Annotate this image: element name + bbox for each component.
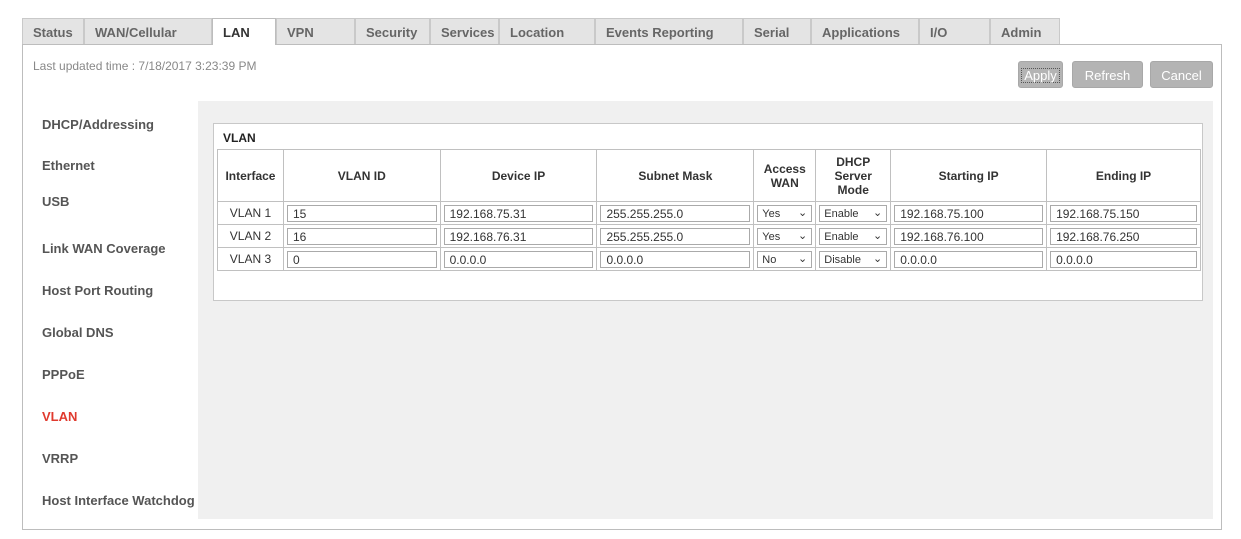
- column-header: Subnet Mask: [596, 149, 755, 202]
- vlan-section: VLAN Interface VLAN ID Device IP Subnet …: [213, 123, 1203, 301]
- device-ip-input[interactable]: 0.0.0.0: [443, 250, 594, 268]
- main-tab-bar: Status WAN/Cellular LAN VPN Security Ser…: [22, 18, 1222, 45]
- sidebar: DHCP/Addressing Ethernet USB Link WAN Co…: [33, 103, 198, 521]
- chevron-down-icon: ⌄: [872, 229, 883, 242]
- column-header: Device IP: [439, 149, 598, 202]
- chevron-down-icon: ⌄: [798, 252, 808, 265]
- chevron-down-icon: ⌄: [872, 206, 883, 219]
- tab-vpn[interactable]: VPN: [276, 18, 355, 44]
- starting-ip-input[interactable]: 192.168.75.100: [894, 204, 1044, 222]
- chevron-down-icon: ⌄: [872, 252, 883, 265]
- sidebar-item-global-dns[interactable]: Global DNS: [33, 311, 198, 351]
- vlan-id-input[interactable]: 16: [286, 227, 437, 245]
- tab-label: Status: [33, 25, 73, 40]
- column-header: Ending IP: [1046, 149, 1201, 202]
- tab-security[interactable]: Security: [355, 18, 430, 44]
- dhcp-mode-select[interactable]: Disable ⌄: [819, 250, 888, 268]
- table-header-row: Interface VLAN ID Device IP Subnet Mask …: [217, 149, 1201, 202]
- refresh-button[interactable]: Refresh: [1072, 61, 1143, 88]
- device-ip-input[interactable]: 192.168.75.31: [443, 204, 594, 222]
- apply-label: Apply: [1021, 68, 1060, 83]
- access-wan-select[interactable]: No ⌄: [757, 250, 813, 268]
- tab-label: I/O: [930, 25, 948, 40]
- vlan-section-title: VLAN: [223, 131, 256, 145]
- interface-cell: VLAN 1: [217, 201, 284, 225]
- tab-label: WAN/Cellular: [95, 25, 177, 40]
- starting-ip-input[interactable]: 0.0.0.0: [894, 250, 1044, 268]
- apply-button[interactable]: Apply: [1018, 61, 1063, 88]
- select-value: Yes: [762, 207, 781, 220]
- select-value: Enable: [824, 230, 859, 243]
- tab-label: Security: [366, 25, 418, 40]
- sidebar-item-host-port-routing[interactable]: Host Port Routing: [33, 269, 198, 309]
- tab-label: LAN: [223, 25, 250, 40]
- select-value: Enable: [824, 207, 859, 220]
- device-ip-input[interactable]: 192.168.76.31: [443, 227, 594, 245]
- sidebar-item-link-wan-coverage[interactable]: Link WAN Coverage: [33, 227, 198, 267]
- tab-serial[interactable]: Serial: [743, 18, 811, 44]
- table-row: VLAN 1 15 192.168.75.31 255.255.255.0 Ye…: [217, 201, 1201, 225]
- tab-services[interactable]: Services: [430, 18, 499, 44]
- interface-cell: VLAN 2: [217, 224, 284, 248]
- sidebar-item-pppoe[interactable]: PPPoE: [33, 353, 198, 393]
- chevron-down-icon: ⌄: [798, 229, 808, 242]
- tab-applications[interactable]: Applications: [811, 18, 919, 44]
- table-row: VLAN 2 16 192.168.76.31 255.255.255.0 Ye…: [217, 224, 1201, 248]
- tab-label: Serial: [754, 25, 790, 40]
- tab-label: VPN: [287, 25, 314, 40]
- tab-label: Location: [510, 25, 565, 40]
- cancel-button[interactable]: Cancel: [1150, 61, 1213, 88]
- vlan-table: Interface VLAN ID Device IP Subnet Mask …: [217, 149, 1201, 271]
- column-header: Access WAN: [753, 149, 817, 202]
- tab-admin[interactable]: Admin: [990, 18, 1060, 44]
- tab-io[interactable]: I/O: [919, 18, 990, 44]
- column-header: VLAN ID: [282, 149, 441, 202]
- tab-label: Applications: [822, 25, 901, 40]
- select-value: Disable: [824, 253, 861, 266]
- dhcp-mode-select[interactable]: Enable ⌄: [819, 227, 888, 245]
- sidebar-item-usb[interactable]: USB: [33, 180, 198, 220]
- table-row: VLAN 3 0 0.0.0.0 0.0.0.0 No ⌄ Disable ⌄ 0.…: [217, 247, 1201, 271]
- ending-ip-input[interactable]: 192.168.75.150: [1050, 204, 1197, 222]
- chevron-down-icon: ⌄: [798, 206, 808, 219]
- main-panel: Last updated time : 7/18/2017 3:23:39 PM…: [22, 44, 1222, 530]
- tab-label: Services: [441, 25, 495, 40]
- sidebar-item-vlan[interactable]: VLAN: [33, 395, 198, 435]
- starting-ip-input[interactable]: 192.168.76.100: [894, 227, 1044, 245]
- ending-ip-input[interactable]: 0.0.0.0: [1050, 250, 1197, 268]
- tab-events-reporting[interactable]: Events Reporting: [595, 18, 743, 44]
- interface-cell: VLAN 3: [217, 247, 284, 271]
- subnet-mask-input[interactable]: 0.0.0.0: [600, 250, 751, 268]
- tab-status[interactable]: Status: [22, 18, 84, 44]
- sidebar-item-dhcp-addressing[interactable]: DHCP/Addressing: [33, 103, 198, 143]
- vlan-id-input[interactable]: 0: [286, 250, 437, 268]
- sidebar-item-ethernet[interactable]: Ethernet: [33, 144, 198, 184]
- sidebar-item-host-interface-watchdog[interactable]: Host Interface Watchdog: [33, 479, 198, 519]
- subnet-mask-input[interactable]: 255.255.255.0: [600, 227, 751, 245]
- tab-lan[interactable]: LAN: [212, 18, 276, 45]
- access-wan-select[interactable]: Yes ⌄: [757, 227, 813, 245]
- subnet-mask-input[interactable]: 255.255.255.0: [600, 204, 751, 222]
- tab-label: Events Reporting: [606, 25, 714, 40]
- last-updated-time: Last updated time : 7/18/2017 3:23:39 PM: [33, 59, 257, 73]
- sidebar-item-vrrp[interactable]: VRRP: [33, 437, 198, 477]
- access-wan-select[interactable]: Yes ⌄: [757, 204, 813, 222]
- tab-label: Admin: [1001, 25, 1042, 40]
- column-header: Starting IP: [890, 149, 1048, 202]
- tab-wan-cellular[interactable]: WAN/Cellular: [84, 18, 212, 44]
- vlan-id-input[interactable]: 15: [286, 204, 437, 222]
- select-value: Yes: [762, 230, 781, 243]
- column-header: DHCP Server Mode: [815, 149, 892, 202]
- select-value: No: [762, 253, 777, 266]
- content-area: VLAN Interface VLAN ID Device IP Subnet …: [198, 101, 1213, 519]
- tab-location[interactable]: Location: [499, 18, 595, 44]
- column-header: Interface: [217, 149, 284, 202]
- dhcp-mode-select[interactable]: Enable ⌄: [819, 204, 888, 222]
- ending-ip-input[interactable]: 192.168.76.250: [1050, 227, 1197, 245]
